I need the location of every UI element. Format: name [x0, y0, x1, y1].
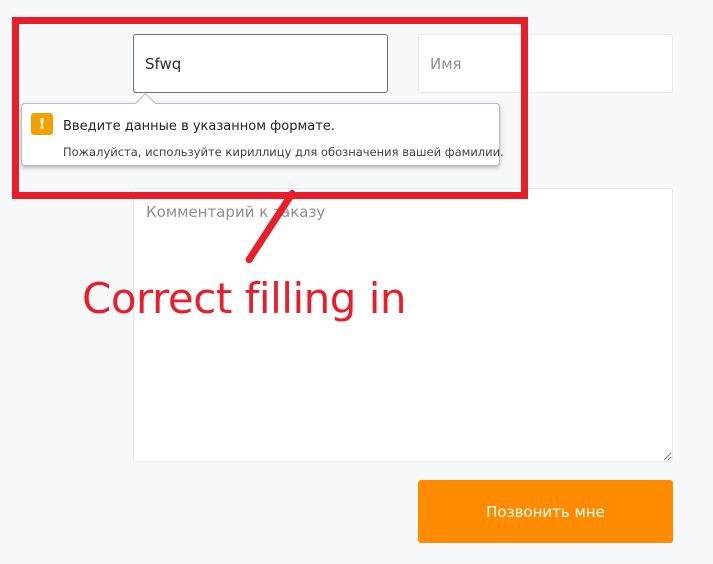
surname-input[interactable]: [133, 34, 388, 93]
name-input[interactable]: [418, 34, 673, 93]
tooltip-message: Пожалуйста, используйте кириллицу для об…: [63, 145, 504, 159]
comment-textarea[interactable]: [133, 188, 673, 462]
tooltip-arrow: [134, 92, 157, 115]
call-me-button[interactable]: Позвонить мне: [418, 480, 673, 543]
validation-tooltip: ! Введите данные в указанном формате. По…: [21, 92, 504, 166]
warning-icon: !: [31, 113, 53, 135]
tooltip-title: Введите данные в указанном формате.: [63, 119, 335, 134]
annotation-label: Correct filling in: [82, 274, 407, 323]
